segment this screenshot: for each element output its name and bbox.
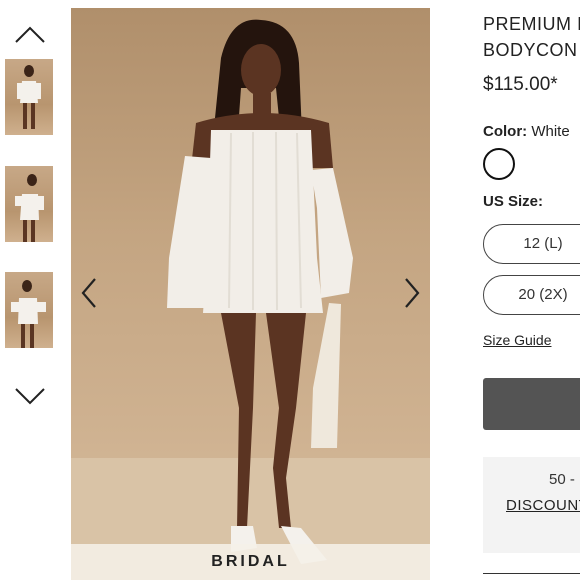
thumbnail-2[interactable] [5, 166, 53, 242]
thumbnail-column [0, 0, 62, 580]
model-photo [71, 19, 430, 580]
thumbnail-photo [17, 65, 41, 129]
promo-text: 50 - [549, 471, 575, 488]
chevron-right-icon [405, 278, 420, 308]
color-value: White [531, 123, 570, 140]
product-title-line-2: BODYCON [483, 40, 578, 60]
thumbnail-3[interactable] [5, 272, 53, 348]
add-to-bag-button[interactable] [483, 378, 580, 430]
product-title: PREMIUM I BODYCON [483, 11, 580, 63]
discount-link[interactable]: DISCOUNT [506, 497, 580, 514]
thumbnails-down-button[interactable] [10, 383, 50, 409]
next-image-button[interactable] [400, 273, 424, 313]
color-row: Color: White [483, 123, 570, 140]
thumbnail-photo [15, 174, 44, 242]
size-option[interactable]: 20 (2X) [483, 275, 580, 315]
product-price: $115.00* [483, 74, 558, 95]
promo-box: 50 - DISCOUNT [483, 457, 580, 553]
color-swatch-white[interactable] [483, 148, 515, 180]
divider [483, 573, 580, 574]
thumbnail-photo [11, 280, 46, 348]
product-title-line-1: PREMIUM I [483, 14, 580, 34]
size-guide-link[interactable]: Size Guide [483, 332, 551, 348]
product-info-panel: PREMIUM I BODYCON $115.00* Color: White … [483, 0, 580, 580]
size-row: US Size: [483, 193, 543, 210]
color-label: Color: [483, 123, 528, 140]
size-label: US Size: [483, 193, 544, 210]
size-option[interactable]: 12 (L) [483, 224, 580, 264]
thumbnails-up-button[interactable] [10, 22, 50, 48]
bridal-badge: BRIDAL [71, 544, 430, 580]
previous-image-button[interactable] [77, 273, 101, 313]
main-product-image: BRIDAL [71, 8, 430, 580]
chevron-left-icon [81, 278, 96, 308]
chevron-down-icon [15, 388, 45, 405]
thumbnail-1[interactable] [5, 59, 53, 135]
chevron-up-icon [15, 26, 45, 43]
